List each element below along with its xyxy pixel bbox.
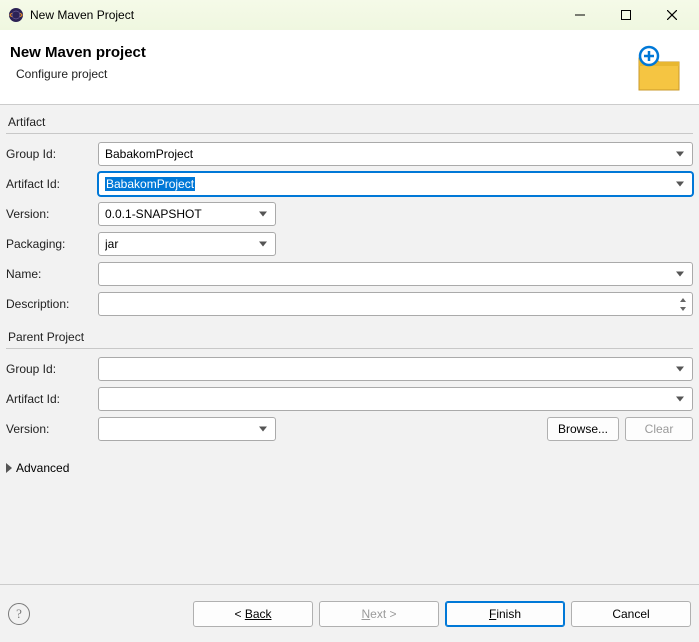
artifact-id-value: BabakomProject	[105, 177, 195, 191]
parent-artifact-id-combo[interactable]	[98, 387, 693, 411]
divider	[6, 348, 693, 349]
advanced-label: Advanced	[16, 461, 69, 475]
help-button[interactable]: ?	[8, 603, 30, 625]
version-label: Version:	[6, 207, 92, 221]
packaging-value: jar	[105, 237, 251, 251]
parent-group-id-combo[interactable]	[98, 357, 693, 381]
packaging-combo[interactable]: jar	[98, 232, 276, 256]
advanced-toggle[interactable]: Advanced	[6, 461, 693, 475]
version-combo[interactable]: 0.0.1-SNAPSHOT	[98, 202, 276, 226]
eclipse-icon	[8, 7, 24, 23]
parent-version-combo[interactable]	[98, 417, 276, 441]
page-subtitle: Configure project	[16, 67, 631, 81]
maximize-button[interactable]	[603, 0, 649, 30]
group-id-label: Group Id:	[6, 147, 92, 161]
divider	[6, 133, 693, 134]
parent-artifact-id-label: Artifact Id:	[6, 392, 92, 406]
back-button[interactable]: < Back	[193, 601, 313, 627]
group-id-combo[interactable]: BabakomProject	[98, 142, 693, 166]
dialog-content: Artifact Group Id: BabakomProject Artifa…	[0, 105, 699, 584]
clear-button[interactable]: Clear	[625, 417, 693, 441]
packaging-label: Packaging:	[6, 237, 92, 251]
window-title: New Maven Project	[30, 8, 557, 22]
new-project-icon	[631, 42, 683, 94]
name-combo[interactable]	[98, 262, 693, 286]
group-id-value: BabakomProject	[105, 147, 668, 161]
cancel-button[interactable]: Cancel	[571, 601, 691, 627]
page-title: New Maven project	[10, 44, 631, 61]
dialog-footer: ? < Back Next > Finish Cancel	[0, 584, 699, 642]
artifact-section-label: Artifact	[6, 115, 693, 129]
window-titlebar: New Maven Project	[0, 0, 699, 30]
minimize-button[interactable]	[557, 0, 603, 30]
artifact-id-label: Artifact Id:	[6, 177, 92, 191]
description-label: Description:	[6, 297, 92, 311]
artifact-id-combo[interactable]: BabakomProject	[98, 172, 693, 196]
finish-button[interactable]: Finish	[445, 601, 565, 627]
dialog-header: New Maven project Configure project	[0, 30, 699, 105]
version-value: 0.0.1-SNAPSHOT	[105, 207, 251, 221]
browse-button[interactable]: Browse...	[547, 417, 619, 441]
description-input[interactable]	[98, 292, 693, 316]
expand-icon	[6, 463, 12, 473]
parent-section-label: Parent Project	[6, 330, 693, 344]
next-button[interactable]: Next >	[319, 601, 439, 627]
description-spinner-arrows[interactable]	[676, 294, 690, 314]
parent-group-id-label: Group Id:	[6, 362, 92, 376]
close-button[interactable]	[649, 0, 695, 30]
name-label: Name:	[6, 267, 92, 281]
parent-version-label: Version:	[6, 422, 92, 436]
